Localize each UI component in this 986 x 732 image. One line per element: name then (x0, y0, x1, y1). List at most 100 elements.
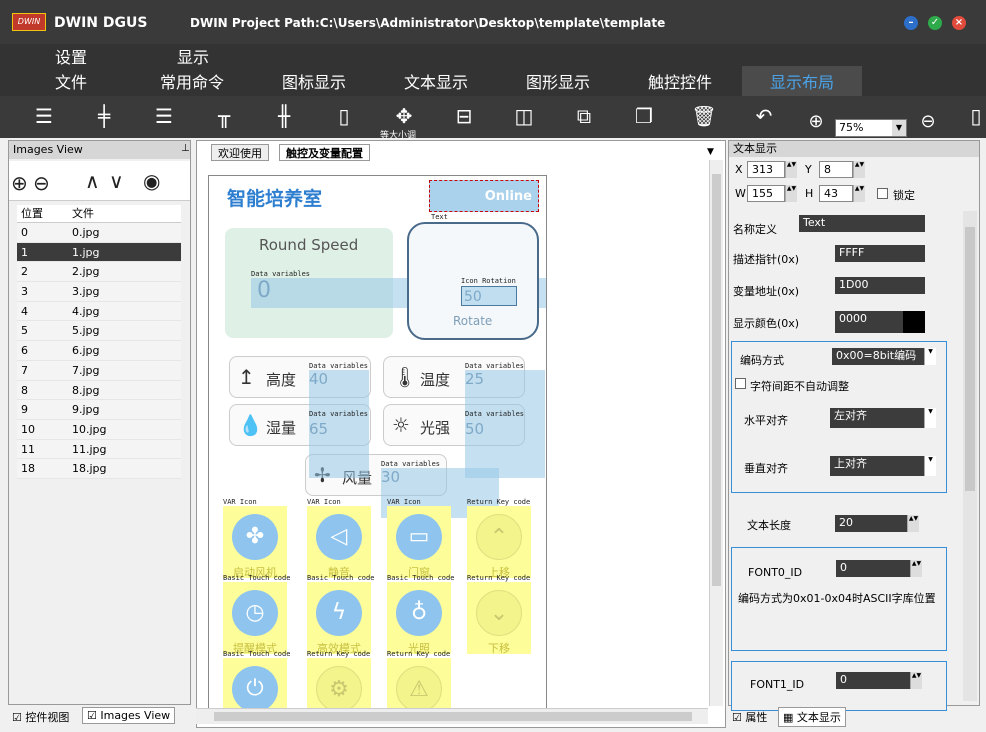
touch-button[interactable]: ✤ 启动风机 (223, 506, 287, 579)
table-row[interactable]: 8 8.jpg (17, 380, 181, 401)
tab-touch-config[interactable]: 触控及变量配置 (279, 144, 370, 161)
color-field[interactable]: 0000 (835, 311, 903, 333)
tab-touch-controls[interactable]: 触控控件 (648, 69, 712, 93)
table-row[interactable]: 11 11.jpg (17, 439, 181, 460)
chevron-down-icon[interactable]: ▼ (924, 456, 936, 476)
undo-icon[interactable]: ↶ (750, 102, 778, 130)
remove-icon[interactable]: ⊖ (33, 171, 50, 195)
touch-button[interactable]: ▭ 门窗 (387, 506, 451, 579)
zoom-select[interactable]: 75% ▼ (835, 119, 907, 137)
align-top-icon[interactable]: ╥ (210, 102, 238, 130)
same-size-icon[interactable]: ✥ (390, 102, 418, 130)
var-humidity[interactable]: 65 (309, 420, 369, 438)
pin-icon[interactable]: ⊥ (181, 143, 190, 154)
screen-canvas[interactable]: 智能培养室 Online Text Round Speed Data varia… (208, 175, 547, 715)
button-icon: ▭ (396, 514, 442, 560)
encoding-select[interactable]: 0x00=8bit编码 (832, 348, 936, 365)
touch-button[interactable]: ◁ 静音 (307, 506, 371, 579)
touch-button[interactable]: ⌃ 上移 (467, 506, 531, 579)
align-left-icon[interactable]: ☰ (30, 102, 58, 130)
table-row[interactable]: 7 7.jpg (17, 360, 181, 381)
chevron-down-icon[interactable]: ▼ (924, 348, 936, 365)
maximize-icon[interactable]: ✓ (928, 16, 942, 30)
delete-icon[interactable]: 🗑 (690, 102, 718, 130)
tab-images-view[interactable]: ☑ Images View (82, 707, 176, 724)
paste-icon[interactable]: ❐ (630, 102, 658, 130)
properties-scrollbar[interactable] (963, 211, 977, 701)
length-field[interactable]: 20 (835, 515, 907, 532)
table-row[interactable]: 9 9.jpg (17, 400, 181, 420)
chevron-down-icon[interactable]: ▼ (892, 120, 906, 136)
menu-display[interactable]: 显示 (177, 44, 209, 68)
touch-button[interactable]: ⌄ 下移 (467, 582, 531, 655)
tab-properties[interactable]: ☑ 属性 (732, 709, 767, 725)
horizontal-scrollbar[interactable] (196, 708, 708, 724)
app-name: DWIN DGUS (54, 15, 148, 31)
font0-group: FONT0_ID 0 ▲▼ 编码方式为0x01-0x04时ASCII字库位置 (731, 547, 947, 651)
more-icon[interactable]: ▯ (962, 102, 986, 130)
tab-common-commands[interactable]: 常用命令 (160, 69, 224, 93)
move-up-icon[interactable]: ∧ (85, 169, 100, 193)
touch-button[interactable]: ◷ 提醒模式 (223, 582, 287, 655)
spacing-checkbox[interactable] (735, 378, 746, 389)
table-row[interactable]: 10 10.jpg (17, 419, 181, 440)
copy-icon[interactable]: ⧉ (570, 102, 598, 130)
align-bottom-icon[interactable]: ▯ (330, 102, 358, 130)
desc-field[interactable]: FFFF (835, 245, 925, 262)
table-row[interactable]: 4 4.jpg (17, 301, 181, 322)
tab-text-display[interactable]: 文本显示 (404, 69, 468, 93)
button-icon: ⚙ (316, 666, 362, 712)
align-center-icon[interactable]: ╪ (90, 102, 118, 130)
var-light[interactable]: 50 (465, 420, 545, 438)
minimize-icon[interactable]: – (904, 16, 918, 30)
table-row[interactable]: 5 5.jpg (17, 321, 181, 342)
font0-field[interactable]: 0 (836, 560, 910, 577)
chevron-down-icon[interactable]: ▼ (924, 408, 936, 428)
same-height-icon[interactable]: ◫ (510, 102, 538, 130)
tab-welcome[interactable]: 欢迎使用 (211, 144, 269, 161)
halign-select[interactable]: 左对齐 (830, 408, 936, 428)
tab-text-display-props[interactable]: ▦ 文本显示 (778, 707, 846, 727)
online-text[interactable]: Online (429, 180, 539, 212)
rotate-var[interactable]: 50 (461, 286, 517, 306)
tab-dropdown-icon[interactable]: ▼ (707, 147, 714, 157)
touch-button[interactable]: ⏻ (223, 658, 287, 714)
touch-button[interactable]: ♁ 光照 (387, 582, 451, 655)
table-row[interactable]: 0 0.jpg (17, 223, 181, 243)
color-swatch[interactable] (903, 311, 925, 333)
touch-button[interactable]: ⚠ (387, 658, 451, 714)
tab-icon-display[interactable]: 图标显示 (282, 69, 346, 93)
align-middle-icon[interactable]: ╫ (270, 102, 298, 130)
name-field[interactable]: Text (799, 215, 925, 232)
menu-settings[interactable]: 设置 (55, 44, 87, 68)
text-label: Text (431, 213, 448, 221)
tab-file[interactable]: 文件 (55, 69, 87, 93)
w-field[interactable]: 155 (747, 185, 785, 202)
tab-controls-view[interactable]: ☑ 控件视图 (12, 709, 69, 725)
y-field[interactable]: 8 (819, 161, 853, 178)
table-row[interactable]: 6 6.jpg (17, 341, 181, 361)
tab-graphic-display[interactable]: 图形显示 (526, 69, 590, 93)
table-row[interactable]: 18 18.jpg (17, 459, 181, 479)
table-row[interactable]: 1 1.jpg (17, 242, 181, 263)
add-icon[interactable]: ⊕ (11, 171, 28, 195)
move-down-icon[interactable]: ∨ (109, 169, 124, 193)
font1-field[interactable]: 0 (836, 672, 910, 689)
lock-checkbox[interactable] (877, 188, 888, 199)
close-icon[interactable]: × (952, 16, 966, 30)
valign-select[interactable]: 上对齐 (830, 456, 936, 476)
addr-field[interactable]: 1D00 (835, 277, 925, 294)
table-row[interactable]: 3 3.jpg (17, 282, 181, 302)
preview-icon[interactable]: ◉ (143, 169, 160, 193)
zoom-in-icon[interactable]: ⊕ (802, 108, 830, 136)
x-field[interactable]: 313 (747, 161, 785, 178)
touch-button[interactable]: ⚙ (307, 658, 371, 714)
tab-layout[interactable]: 显示布局 (742, 66, 862, 96)
same-width-icon[interactable]: ⊟ (450, 102, 478, 130)
zoom-out-icon[interactable]: ⊖ (914, 108, 942, 136)
vertical-scrollbar[interactable] (709, 160, 723, 706)
touch-button[interactable]: ϟ 高效模式 (307, 582, 371, 655)
align-right-icon[interactable]: ☰ (150, 102, 178, 130)
h-field[interactable]: 43 (819, 185, 853, 202)
table-row[interactable]: 2 2.jpg (17, 262, 181, 283)
